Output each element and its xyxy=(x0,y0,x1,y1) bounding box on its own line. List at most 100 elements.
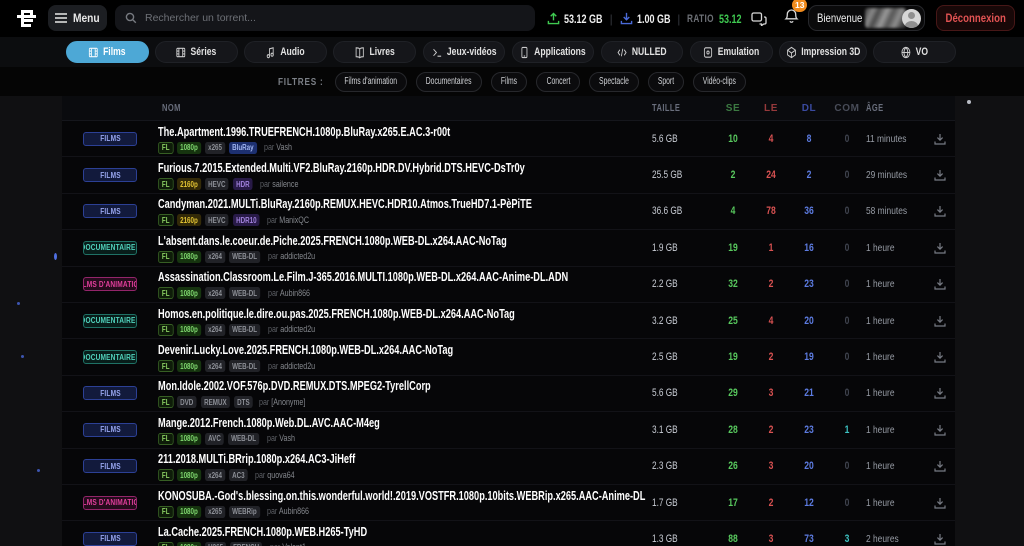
torrent-row[interactable]: FILMS Candyman.2021.MULTi.BluRay.2160p.R… xyxy=(62,194,955,230)
filter-pill-sport[interactable]: Sport xyxy=(648,72,684,92)
torrent-row[interactable]: FILMS Furious.7.2015.Extended.Multi.VF2.… xyxy=(62,157,955,193)
category-badge[interactable]: FILMS D'ANIMATION xyxy=(83,496,137,510)
download-torrent-button[interactable] xyxy=(931,166,949,184)
uploader[interactable]: par ManixQC xyxy=(267,215,309,226)
torrent-title[interactable]: Devenir.Lucky.Love.2025.FRENCH.1080p.WEB… xyxy=(158,343,453,357)
uploader[interactable]: par quova64 xyxy=(255,470,295,481)
column-header-le[interactable]: LE xyxy=(752,103,790,114)
torrent-title[interactable]: 211.2018.MULTi.BRrip.1080p.x264.AC3-JiHe… xyxy=(158,452,355,466)
stat-divider: | xyxy=(610,12,613,26)
torrent-title[interactable]: L'absent.dans.le.coeur.de.Piche.2025.FRE… xyxy=(158,234,507,248)
torrent-title[interactable]: The.Apartment.1996.TRUEFRENCH.1080p.BluR… xyxy=(158,125,450,139)
uploader[interactable]: par Vash xyxy=(264,142,292,153)
category-badge[interactable]: DOCUMENTAIRES xyxy=(83,241,137,255)
column-header-taille[interactable]: TAILLE xyxy=(652,103,714,114)
uploader[interactable]: par Aubin866 xyxy=(267,506,309,517)
filter-pill-vid-o-clips[interactable]: Vidéo-clips xyxy=(693,72,746,92)
filter-pill-spectacle[interactable]: Spectacle xyxy=(589,72,639,92)
download-torrent-button[interactable] xyxy=(931,275,949,293)
torrent-row[interactable]: DOCUMENTAIRES Homos.en.politique.le.dire… xyxy=(62,303,955,339)
category-tab-vo[interactable]: VO xyxy=(873,41,956,63)
torrent-title[interactable]: Candyman.2021.MULTi.BluRay.2160p.REMUX.H… xyxy=(158,197,532,211)
uploader[interactable]: par addicted2u xyxy=(268,361,315,372)
column-header-nom[interactable]: NOM xyxy=(158,103,652,114)
download-torrent-button[interactable] xyxy=(931,202,949,220)
filter-pill-films[interactable]: Films xyxy=(491,72,527,92)
uploader[interactable]: par addicted2u xyxy=(268,251,315,262)
category-tab-jeux-vid-os[interactable]: Jeux-vidéos xyxy=(423,41,506,63)
uploader[interactable]: par sailence xyxy=(260,179,298,190)
torrent-row[interactable]: FILMS The.Apartment.1996.TRUEFRENCH.1080… xyxy=(62,121,955,157)
filter-pill-documentaires[interactable]: Documentaires xyxy=(416,72,482,92)
site-logo-icon[interactable] xyxy=(13,6,37,30)
uploader[interactable]: par Valent1 xyxy=(270,542,306,546)
category-badge[interactable]: FILMS xyxy=(83,532,137,546)
torrent-title[interactable]: Homos.en.politique.le.dire.ou.pas.2025.F… xyxy=(158,307,515,321)
search-input[interactable] xyxy=(145,12,525,24)
category-tab-emulation[interactable]: Emulation xyxy=(690,41,773,63)
seeders-count: 32 xyxy=(718,278,748,290)
torrent-title[interactable]: Furious.7.2015.Extended.Multi.VF2.BluRay… xyxy=(158,161,525,175)
category-tab-applications[interactable]: Applications xyxy=(512,41,595,63)
category-tab-label: Jeux-vidéos xyxy=(446,46,496,58)
category-badge[interactable]: FILMS xyxy=(83,423,137,437)
torrent-row[interactable]: DOCUMENTAIRES Devenir.Lucky.Love.2025.FR… xyxy=(62,339,955,375)
torrent-row[interactable]: FILMS La.Cache.2025.FRENCH.1080p.WEB.H26… xyxy=(62,521,955,546)
download-torrent-button[interactable] xyxy=(931,312,949,330)
logout-button[interactable]: Déconnexion xyxy=(936,5,1015,31)
uploader[interactable]: par Vash xyxy=(267,433,295,444)
download-torrent-button[interactable] xyxy=(931,457,949,475)
download-torrent-button[interactable] xyxy=(931,530,949,546)
column-header-age[interactable]: ÂGE xyxy=(866,103,925,114)
category-badge[interactable]: FILMS xyxy=(83,386,137,400)
filter-pill-films-d-animation[interactable]: Films d'animation xyxy=(335,72,408,92)
category-tab-nulled[interactable]: NULLED xyxy=(601,41,684,63)
download-torrent-button[interactable] xyxy=(931,421,949,439)
category-tab-films[interactable]: Films xyxy=(66,41,149,63)
filter-pill-concert[interactable]: Concert xyxy=(536,72,580,92)
column-header-se[interactable]: SE xyxy=(714,103,752,114)
torrent-title[interactable]: La.Cache.2025.FRENCH.1080p.WEB.H265-TyHD xyxy=(158,525,367,539)
uploader[interactable]: par addicted2u xyxy=(268,324,315,335)
uploader[interactable]: par Aubin866 xyxy=(268,288,310,299)
column-header-dl[interactable]: DL xyxy=(790,103,828,114)
torrent-row[interactable]: FILMS 211.2018.MULTi.BRrip.1080p.x264.AC… xyxy=(62,449,955,485)
username-blurred xyxy=(865,8,906,28)
category-tab-label: Emulation xyxy=(718,46,759,58)
torrent-row[interactable]: FILMS Mon.Idole.2002.VOF.576p.DVD.REMUX.… xyxy=(62,376,955,412)
search-box[interactable] xyxy=(115,5,535,31)
messages-icon[interactable] xyxy=(751,0,767,37)
category-badge[interactable]: FILMS xyxy=(83,132,137,146)
torrent-title[interactable]: Mange.2012.French.1080p.Web.DL.AVC.AAC-M… xyxy=(158,416,380,430)
scrollbar-dot[interactable] xyxy=(967,100,971,104)
column-header-com[interactable]: COM xyxy=(828,103,866,114)
download-torrent-button[interactable] xyxy=(931,239,949,257)
category-tab-impression-3d[interactable]: Impression 3D xyxy=(779,41,867,63)
category-badge[interactable]: DOCUMENTAIRES xyxy=(83,314,137,328)
menu-button[interactable]: Menu xyxy=(48,5,107,31)
torrent-row[interactable]: FILMS D'ANIMATION KONOSUBA.-God's.blessi… xyxy=(62,485,955,521)
torrent-title[interactable]: KONOSUBA.-God's.blessing.on.this.wonderf… xyxy=(158,489,645,503)
notifications-bell[interactable]: 13 xyxy=(784,0,799,37)
download-torrent-button[interactable] xyxy=(931,130,949,148)
category-badge[interactable]: FILMS xyxy=(83,459,137,473)
download-torrent-button[interactable] xyxy=(931,384,949,402)
download-torrent-button[interactable] xyxy=(931,494,949,512)
table-header: NOM TAILLE SE LE DL COM ÂGE xyxy=(62,96,955,121)
torrent-row[interactable]: FILMS Mange.2012.French.1080p.Web.DL.AVC… xyxy=(62,412,955,448)
uploader[interactable]: par [Anonyme] xyxy=(259,397,305,408)
category-tab-livres[interactable]: Livres xyxy=(333,41,416,63)
download-torrent-button[interactable] xyxy=(931,348,949,366)
torrent-title[interactable]: Assassination.Classroom.Le.Film.J-365.20… xyxy=(158,270,568,284)
download-stat: 1.00 GB xyxy=(620,12,670,26)
user-menu[interactable]: Bienvenue xyxy=(808,5,925,31)
torrent-row[interactable]: DOCUMENTAIRES L'absent.dans.le.coeur.de.… xyxy=(62,230,955,266)
torrent-title[interactable]: Mon.Idole.2002.VOF.576p.DVD.REMUX.DTS.MP… xyxy=(158,379,431,393)
category-tab-audio[interactable]: Audio xyxy=(244,41,327,63)
category-badge[interactable]: FILMS D'ANIMATION xyxy=(83,277,137,291)
torrent-row[interactable]: FILMS D'ANIMATION Assassination.Classroo… xyxy=(62,267,955,303)
category-badge[interactable]: DOCUMENTAIRES xyxy=(83,350,137,364)
category-badge[interactable]: FILMS xyxy=(83,204,137,218)
category-tab-s-ries[interactable]: Séries xyxy=(155,41,238,63)
category-badge[interactable]: FILMS xyxy=(83,168,137,182)
